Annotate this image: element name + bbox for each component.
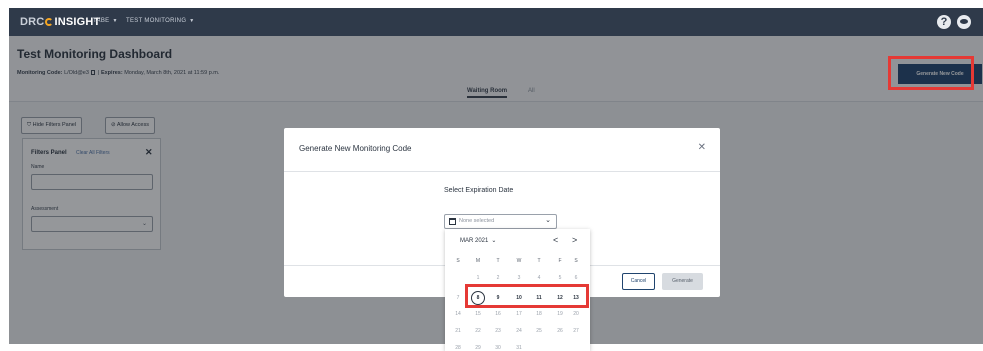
expiration-date-label: Select Expiration Date [444, 187, 514, 194]
calendar-day: 7 [456, 295, 460, 301]
calendar-day: 31 [516, 345, 522, 351]
calendar-day: 29 [475, 345, 481, 351]
nav-menu-test-monitoring-label: TEST MONITORING [126, 18, 187, 24]
calendar-day-selected[interactable]: 8 [471, 291, 485, 305]
calendar-day-header: T [496, 258, 500, 264]
calendar-day: 24 [516, 328, 522, 334]
previous-month-icon[interactable]: < [553, 235, 558, 245]
chevron-down-icon: ▼ [112, 18, 118, 24]
calendar-day: 22 [475, 328, 481, 334]
modal-header-divider [284, 171, 720, 172]
calendar-day: 30 [495, 345, 501, 351]
calendar-day: 16 [495, 311, 501, 317]
calendar-day-header: M [475, 258, 481, 264]
date-picker-calendar: MAR 2021 ⌄ < > S M T W T F S 1 2 3 4 5 6 7 8 9 10 11 12 13 14… [445, 229, 590, 351]
calendar-day: 25 [536, 328, 542, 334]
calendar-day: 18 [536, 311, 542, 317]
calendar-day: 17 [516, 311, 522, 317]
nav-menu-tabe-label: TABE [93, 18, 110, 24]
date-placeholder-text: None selected [459, 218, 495, 224]
generate-button[interactable]: Generate [662, 273, 703, 290]
nav-menu-test-monitoring[interactable]: TEST MONITORING ▼ [126, 18, 195, 24]
calendar-month-label: MAR 2021 [460, 238, 489, 244]
calendar-icon [449, 218, 456, 225]
logo-text-drc: DRC [20, 16, 45, 28]
user-avatar-icon[interactable] [957, 15, 971, 29]
nav-menu-tabe[interactable]: TABE ▼ [93, 18, 118, 24]
calendar-day-header: T [537, 258, 541, 264]
calendar-day: 21 [455, 328, 461, 334]
next-month-icon[interactable]: > [572, 235, 577, 245]
calendar-day[interactable]: 10 [510, 295, 528, 301]
calendar-day: 23 [495, 328, 501, 334]
calendar-day-header: S [574, 258, 578, 264]
calendar-day[interactable]: 11 [530, 295, 548, 301]
calendar-day: 3 [517, 275, 521, 281]
chevron-down-icon: ▼ [189, 18, 195, 24]
cancel-button[interactable]: Cancel [622, 273, 655, 290]
expiration-date-picker[interactable]: None selected ⌄ [444, 214, 557, 229]
calendar-day: 2 [496, 275, 500, 281]
chevron-down-icon: ⌄ [491, 238, 497, 244]
close-icon[interactable]: ✕ [698, 142, 706, 153]
calendar-day: 27 [573, 328, 579, 334]
calendar-day: 6 [574, 275, 578, 281]
calendar-day-header: W [516, 258, 522, 264]
calendar-day[interactable]: 13 [567, 295, 585, 301]
calendar-day: 1 [476, 275, 480, 281]
modal-title: Generate New Monitoring Code [299, 144, 412, 153]
chevron-down-icon: ⌄ [545, 217, 551, 224]
calendar-day: 14 [455, 311, 461, 317]
calendar-day: 28 [455, 345, 461, 351]
calendar-day: 4 [537, 275, 541, 281]
calendar-month-selector[interactable]: MAR 2021 ⌄ [460, 237, 496, 244]
calendar-day: 20 [573, 311, 579, 317]
top-navigation-bar: DRC INSIGHT TABE ▼ TEST MONITORING ▼ ? [9, 8, 983, 36]
logo-swoosh-icon [45, 18, 54, 26]
calendar-day[interactable]: 9 [489, 295, 507, 301]
help-icon[interactable]: ? [937, 15, 951, 29]
drc-insight-logo[interactable]: DRC INSIGHT [20, 16, 100, 28]
calendar-day: 15 [475, 311, 481, 317]
calendar-day-header: S [456, 258, 460, 264]
